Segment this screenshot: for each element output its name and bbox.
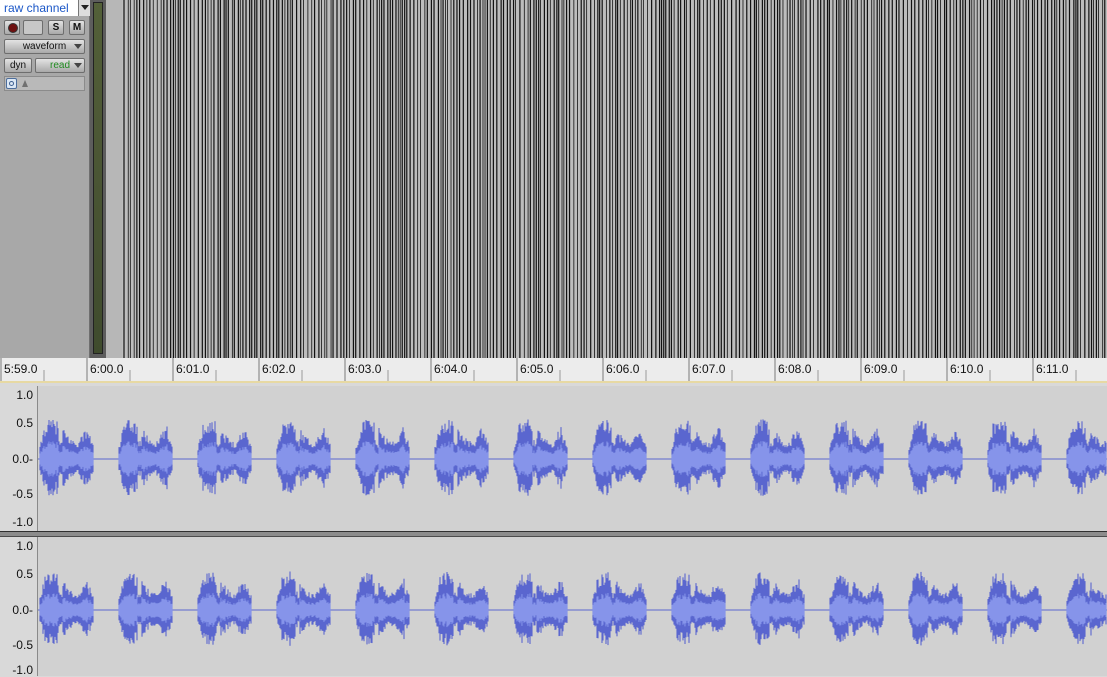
input-monitor-button[interactable] — [23, 20, 43, 35]
triangle-icon — [22, 80, 28, 87]
waveform-burst — [1066, 421, 1107, 495]
track-name-dropdown-icon[interactable] — [78, 0, 90, 16]
automation-mode-selector[interactable]: read — [35, 58, 85, 73]
ruler-label: 6:09.0 — [864, 362, 898, 376]
waveform-burst — [513, 573, 568, 644]
channel-1-waveform — [38, 419, 1107, 496]
waveform-burst — [513, 419, 568, 496]
waveform-burst — [276, 422, 331, 493]
waveform-burst — [671, 420, 726, 495]
waveform-burst — [829, 575, 884, 643]
record-enable-button[interactable] — [4, 20, 20, 35]
waveform-burst — [434, 572, 489, 646]
waveform-burst — [434, 420, 489, 496]
y-axis-label: 0.5 — [16, 567, 33, 581]
ruler-label: 6:06.0 — [606, 362, 640, 376]
y-axis-label: 1.0 — [16, 388, 33, 402]
level-meter — [90, 0, 106, 358]
track-header: raw channel S M waveform dyn read — [0, 0, 90, 358]
waveform-burst — [197, 421, 252, 495]
waveform-burst — [829, 420, 884, 495]
waveform-burst — [355, 420, 410, 496]
ruler-label: 6:04.0 — [434, 362, 468, 376]
ruler-label: 6:05.0 — [520, 362, 554, 376]
waveform-burst — [908, 420, 963, 495]
waveform-burst — [39, 573, 94, 644]
waveform-burst — [118, 420, 173, 495]
waveform-burst — [750, 419, 805, 496]
channel-1[interactable]: 1.0 0.5 0.0- -0.5 -1.0 — [0, 386, 1107, 532]
waveform-burst — [39, 420, 94, 496]
ruler-label: 6:02.0 — [262, 362, 296, 376]
y-axis-label: -1.0 — [12, 515, 33, 529]
y-axis-label: 0.5 — [16, 416, 33, 430]
y-axis-label: 1.0 — [16, 539, 33, 553]
ruler-label: 6:00.0 — [90, 362, 124, 376]
channel-1-axis: 1.0 0.5 0.0- -0.5 -1.0 — [0, 386, 38, 532]
channel-2-waveform — [38, 571, 1107, 646]
ruler-label: 6:07.0 — [692, 362, 726, 376]
track-name[interactable]: raw channel — [0, 0, 78, 16]
waveform-burst — [118, 573, 173, 644]
waveform-burst — [750, 572, 805, 645]
waveform-burst — [987, 573, 1042, 645]
channel-2[interactable]: 1.0 0.5 0.0- -0.5 -1.0 — [0, 537, 1107, 676]
time-ruler[interactable]: 5:59.0 6:00.0 6:01.0 6:02.0 6:03.0 6:04.0 6:05… — [0, 358, 1107, 382]
ruler-label: 5:59.0 — [4, 362, 38, 376]
waveform-view-selector[interactable]: waveform — [4, 39, 85, 54]
y-axis-label: -0.5 — [12, 638, 33, 652]
waveform-burst — [908, 571, 963, 646]
ruler-label: 6:01.0 — [176, 362, 210, 376]
waveform-burst — [276, 571, 331, 646]
waveform-burst — [1066, 573, 1107, 645]
y-axis-label: 0.0- — [12, 452, 33, 466]
y-axis-label: -0.5 — [12, 487, 33, 501]
meter-gap — [106, 0, 122, 358]
time-ruler-svg: 5:59.0 6:00.0 6:01.0 6:02.0 6:03.0 6:04.0 6:05… — [0, 358, 1077, 382]
waveform-burst — [987, 421, 1042, 494]
ruler-label: 6:08.0 — [778, 362, 812, 376]
channel-2-axis: 1.0 0.5 0.0- -0.5 -1.0 — [0, 537, 38, 676]
ruler-divider — [0, 381, 1107, 383]
waveform-burst — [671, 573, 726, 644]
top-track-area: raw channel S M waveform dyn read — [0, 0, 1107, 358]
waveform-burst — [355, 573, 410, 645]
mute-button[interactable]: M — [69, 20, 85, 35]
solo-button[interactable]: S — [48, 20, 64, 35]
ruler-label: 6:03.0 — [348, 362, 382, 376]
waveform-burst — [592, 572, 647, 646]
y-axis-label: -1.0 — [12, 663, 33, 677]
ruler-label: 6:10.0 — [950, 362, 984, 376]
track-controls-row — [4, 76, 85, 91]
waveform-burst — [592, 420, 647, 496]
dyn-button[interactable]: dyn — [4, 58, 32, 73]
voice-icon[interactable] — [6, 78, 17, 89]
pulse-waveform — [123, 0, 1106, 358]
y-axis-label: 0.0- — [12, 603, 33, 617]
meter-bar — [93, 2, 103, 354]
top-waveform-clip[interactable] — [122, 0, 1107, 358]
ruler-label: 6:11.0 — [1036, 362, 1069, 376]
waveform-burst — [197, 572, 252, 645]
